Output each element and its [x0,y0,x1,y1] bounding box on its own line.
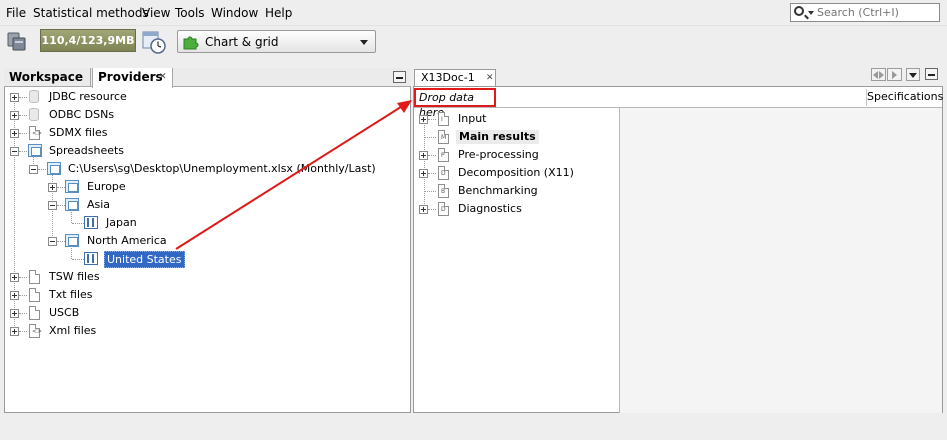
drag-arrow-annotation [175,100,412,250]
status-bar [0,414,947,440]
